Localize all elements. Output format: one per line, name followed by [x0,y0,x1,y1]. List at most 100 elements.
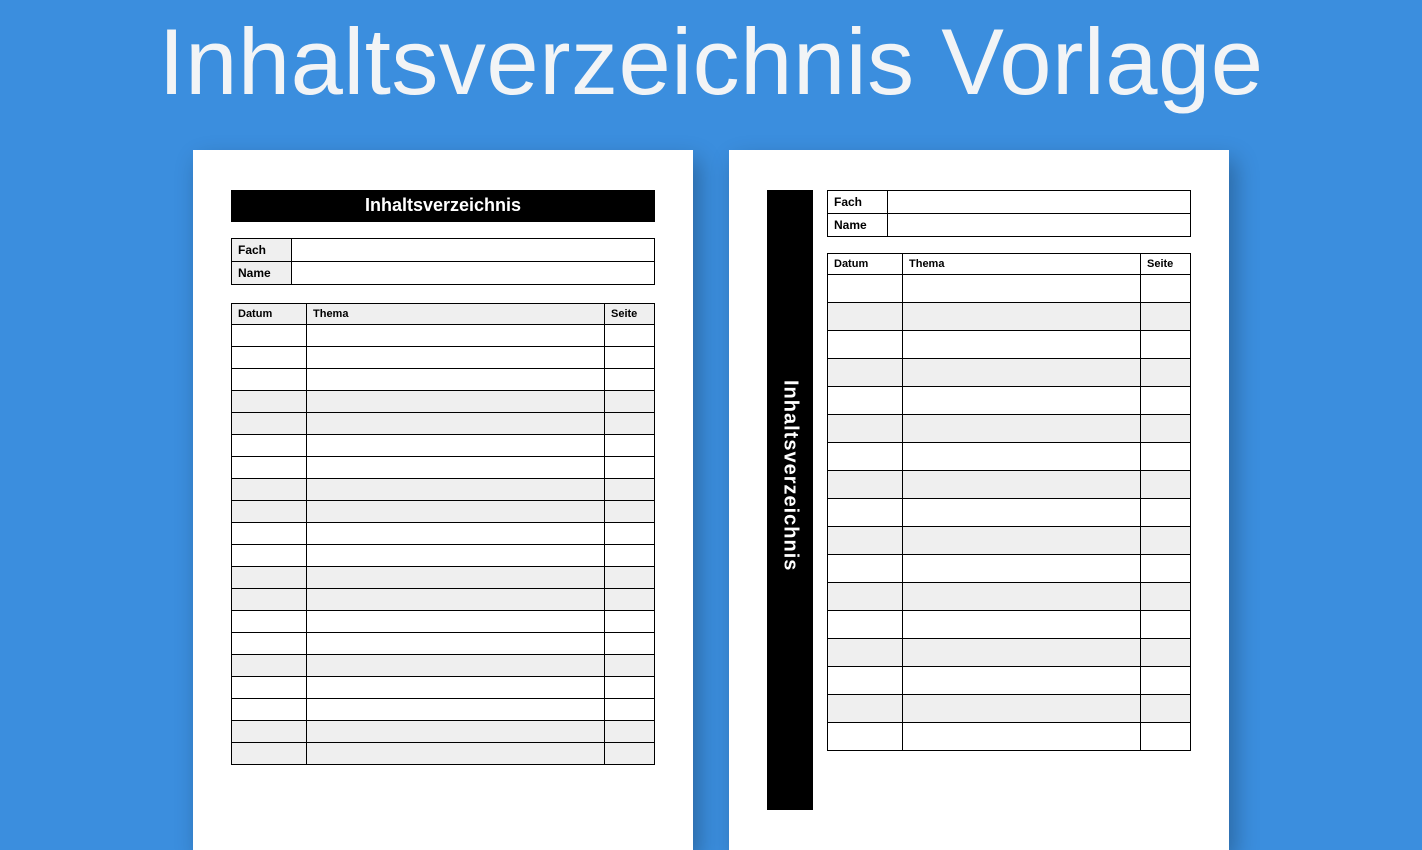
table-row [232,567,655,589]
table-cell [903,443,1141,471]
table-cell [605,523,655,545]
table-cell [828,723,903,751]
table-cell [903,499,1141,527]
table-row [232,589,655,611]
table-cell [828,331,903,359]
template-a-banner: Inhaltsverzeichnis [231,190,655,222]
table-cell [307,655,605,677]
template-b-grid: Datum Thema Seite [827,253,1191,751]
table-cell [605,391,655,413]
table-cell [307,523,605,545]
table-cell [903,275,1141,303]
table-cell [232,743,307,765]
table-cell [307,325,605,347]
page-previews: Inhaltsverzeichnis Fach Name Datum Thema… [0,150,1422,850]
table-cell [232,523,307,545]
table-cell [903,415,1141,443]
table-cell [1141,387,1191,415]
table-row [232,545,655,567]
table-cell [307,721,605,743]
table-cell [903,555,1141,583]
table-row [828,303,1191,331]
table-row [828,471,1191,499]
table-cell [1141,303,1191,331]
table-cell [307,633,605,655]
table-cell [828,583,903,611]
col-header-datum: Datum [828,254,903,275]
info-value-fach [292,239,655,262]
table-cell [307,369,605,391]
col-header-seite: Seite [1141,254,1191,275]
table-cell [605,435,655,457]
table-cell [605,369,655,391]
table-cell [605,545,655,567]
table-cell [232,567,307,589]
template-b-page: Inhaltsverzeichnis Fach Name [729,150,1229,850]
table-cell [828,275,903,303]
table-cell [1141,331,1191,359]
table-row [232,457,655,479]
table-cell [903,331,1141,359]
table-cell [903,723,1141,751]
table-cell [903,667,1141,695]
table-cell [232,347,307,369]
table-row [232,435,655,457]
table-row [232,611,655,633]
table-cell [307,545,605,567]
template-a-page: Inhaltsverzeichnis Fach Name Datum Thema… [193,150,693,850]
col-header-thema: Thema [307,304,605,325]
table-cell [307,347,605,369]
table-cell [605,677,655,699]
table-cell [232,435,307,457]
table-cell [605,655,655,677]
table-cell [828,667,903,695]
table-cell [828,695,903,723]
table-cell [232,699,307,721]
table-cell [1141,639,1191,667]
table-cell [605,699,655,721]
table-cell [828,359,903,387]
table-cell [1141,667,1191,695]
info-row-name: Name [828,214,1191,237]
table-cell [828,527,903,555]
table-row [232,677,655,699]
table-cell [232,655,307,677]
table-row [828,443,1191,471]
table-row [232,721,655,743]
template-b-sidebar-label: Inhaltsverzeichnis [779,380,802,571]
table-cell [232,325,307,347]
info-value-name [888,214,1191,237]
table-cell [605,611,655,633]
table-cell [828,443,903,471]
table-row [232,347,655,369]
table-cell [307,435,605,457]
table-cell [307,413,605,435]
table-row [232,743,655,765]
table-cell [232,633,307,655]
table-cell [903,611,1141,639]
table-row [232,523,655,545]
table-cell [1141,723,1191,751]
table-row [828,275,1191,303]
table-row [232,369,655,391]
table-cell [605,633,655,655]
info-label-name: Name [232,262,292,285]
col-header-seite: Seite [605,304,655,325]
table-cell [903,527,1141,555]
info-row-fach: Fach [232,239,655,262]
page-title: Inhaltsverzeichnis Vorlage [0,8,1422,116]
table-row [828,667,1191,695]
table-cell [828,499,903,527]
table-cell [1141,695,1191,723]
table-cell [605,589,655,611]
table-cell [605,325,655,347]
table-cell [232,457,307,479]
info-value-name [292,262,655,285]
table-row [232,633,655,655]
col-header-datum: Datum [232,304,307,325]
table-cell [828,303,903,331]
template-a-info-table: Fach Name [231,238,655,285]
table-cell [1141,471,1191,499]
table-row [828,527,1191,555]
table-cell [307,589,605,611]
